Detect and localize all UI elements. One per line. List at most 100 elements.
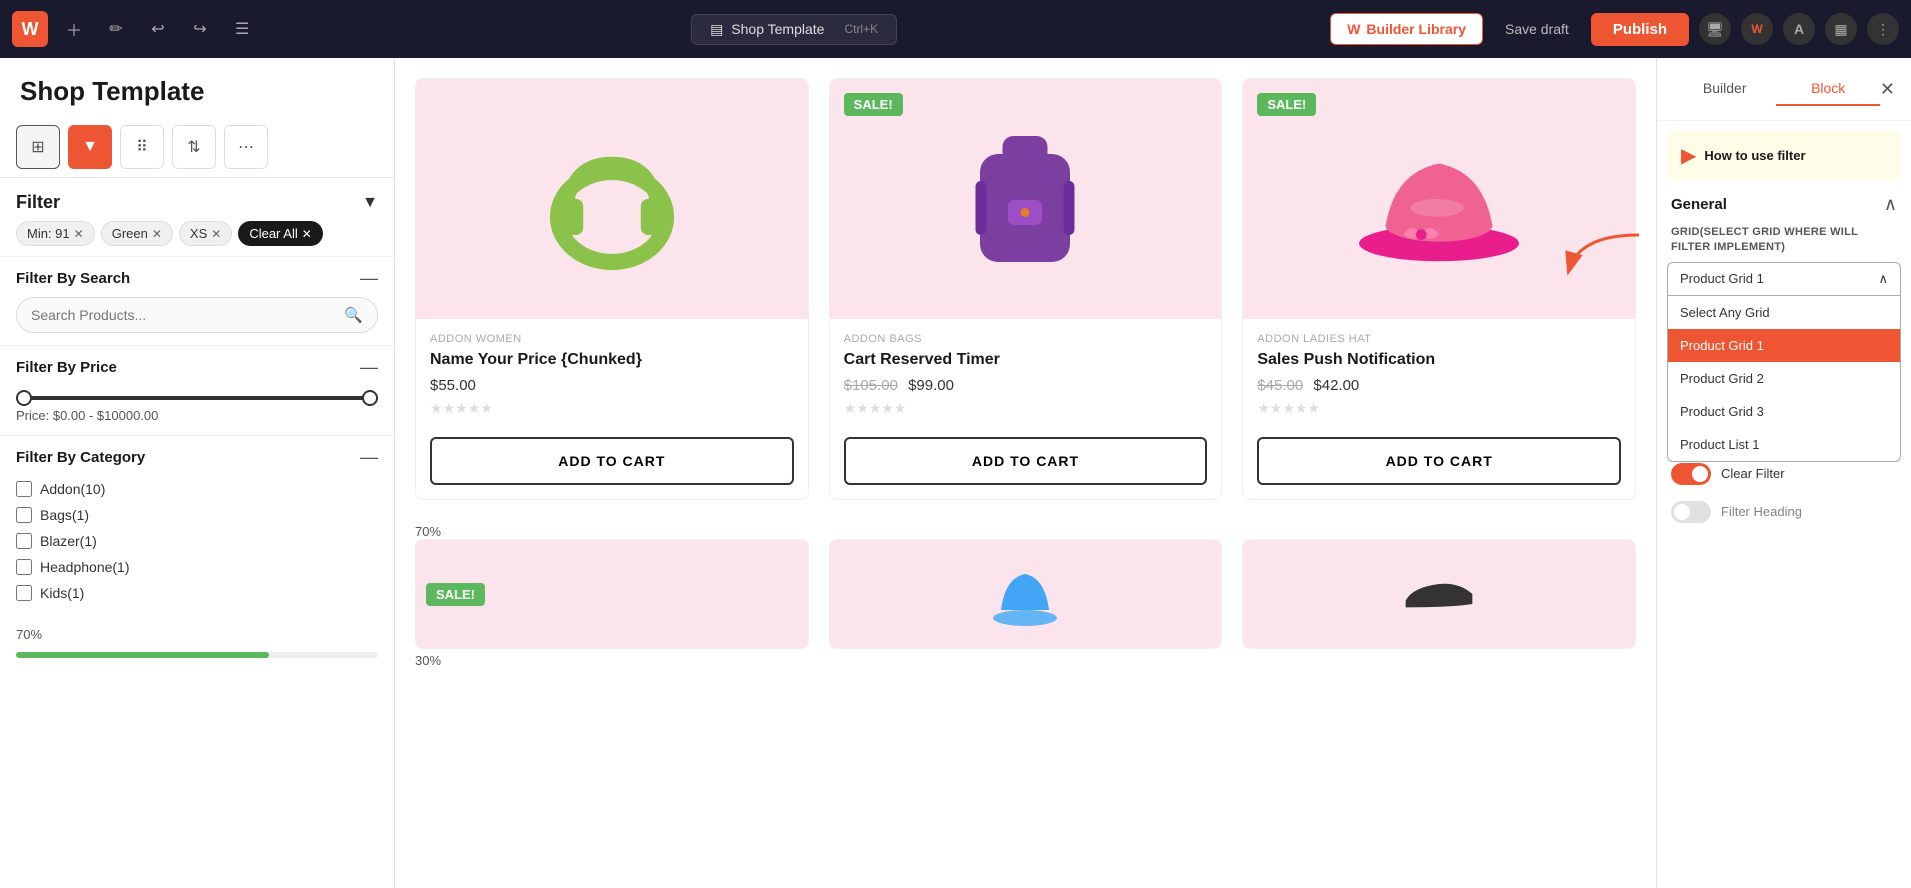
slider-fill [16, 396, 378, 400]
template-button[interactable]: ▤ Shop Template Ctrl+K [691, 14, 897, 45]
chevron-up-icon: ∧ [1878, 271, 1888, 287]
grid-option-pg3[interactable]: Product Grid 3 [1668, 395, 1900, 428]
category-checkbox-addon[interactable] [16, 481, 32, 497]
product-info-3: ADDON LADIES HAT Sales Push Notification… [1243, 319, 1635, 437]
product-image-wrap-3: SALE! [1243, 79, 1635, 319]
filter-search-toggle[interactable]: — [360, 269, 378, 287]
progress-bar-fill [16, 652, 269, 658]
app-logo[interactable]: W [12, 11, 48, 47]
grid-view-button[interactable]: ⊞ [16, 125, 60, 169]
grid-option-select-any[interactable]: Select Any Grid [1668, 296, 1900, 329]
how-to-use-filter[interactable]: ▶ How to use filter [1667, 131, 1901, 180]
product-price-current-3: $42.00 [1313, 377, 1359, 394]
toolbar: ⊞ ▼ ⠿ ⇅ ⋯ [0, 117, 394, 178]
category-item-addon[interactable]: Addon(10) [16, 476, 378, 502]
undo-button[interactable]: ↩ [142, 13, 174, 45]
sort-button[interactable]: ⇅ [172, 125, 216, 169]
filter-price-toggle[interactable]: — [360, 358, 378, 376]
product-image-1 [522, 109, 702, 289]
filter-tag-xs-close[interactable]: ✕ [211, 227, 221, 241]
category-checkbox-kids[interactable] [16, 585, 32, 601]
more-options-button[interactable]: ⋯ [224, 125, 268, 169]
tab-block[interactable]: Block [1776, 72, 1879, 106]
tab-builder[interactable]: Builder [1673, 72, 1776, 106]
grid-option-pg1[interactable]: Product Grid 1 [1668, 329, 1900, 362]
publish-button[interactable]: Publish [1591, 13, 1689, 46]
right-panel-close[interactable]: ✕ [1880, 79, 1895, 100]
category-checkbox-bags[interactable] [16, 507, 32, 523]
sale-badge-2: SALE! [844, 93, 903, 116]
filter-tag-clear-all-close[interactable]: ✕ [302, 227, 312, 241]
product-name-1: Name Your Price {Chunked} [430, 351, 794, 369]
filter-tag-xs[interactable]: XS ✕ [179, 221, 232, 246]
menu-button[interactable]: ☰ [226, 13, 258, 45]
center-panel: ADDON WOMEN Name Your Price {Chunked} $5… [395, 58, 1656, 888]
category-checkbox-headphone[interactable] [16, 559, 32, 575]
save-draft-button[interactable]: Save draft [1493, 14, 1581, 44]
general-collapse-icon[interactable]: ∧ [1884, 194, 1897, 215]
filter-price-header: Filter By Price — [16, 358, 378, 376]
price-slider[interactable] [16, 396, 378, 400]
builder-lib-label: Builder Library [1366, 21, 1466, 37]
left-panel: Shop Template ⊞ ▼ ⠿ ⇅ ⋯ Filter ▼ Min: 91… [0, 58, 395, 888]
more-icon[interactable]: ⋮ [1867, 13, 1899, 45]
category-item-kids[interactable]: Kids(1) [16, 580, 378, 606]
filter-tag-green[interactable]: Green ✕ [101, 221, 173, 246]
product-card-3: SALE! ADDON LADIES HA [1242, 78, 1636, 500]
filter-header: Filter ▼ [0, 178, 394, 221]
add-button[interactable]: ＋ [58, 13, 90, 45]
filter-tag-min91-close[interactable]: ✕ [74, 227, 84, 241]
grid-option-pl1[interactable]: Product List 1 [1668, 428, 1900, 461]
category-checkbox-blazer[interactable] [16, 533, 32, 549]
filter-heading-toggle-row: Filter Heading [1657, 493, 1911, 531]
add-to-cart-button-3[interactable]: ADD TO CART [1257, 437, 1621, 485]
active-filters: Min: 91 ✕ Green ✕ XS ✕ Clear All ✕ [0, 221, 394, 256]
general-section-header: General ∧ [1657, 180, 1911, 225]
product-price-current-2: $99.00 [908, 377, 954, 394]
grid-dropdown-wrap: Product Grid 1 ∧ Select Any Grid Product… [1667, 262, 1901, 296]
category-item-bags[interactable]: Bags(1) [16, 502, 378, 528]
filter-category-toggle[interactable]: — [360, 448, 378, 466]
product-image-2 [945, 109, 1105, 289]
filter-tag-label: Min: 91 [27, 226, 70, 241]
layout-button[interactable]: ⠿ [120, 125, 164, 169]
panel-icon[interactable]: ▦ [1825, 13, 1857, 45]
filter-tag-green-close[interactable]: ✕ [152, 227, 162, 241]
filter-button[interactable]: ▼ [68, 125, 112, 169]
grid-option-pg2[interactable]: Product Grid 2 [1668, 362, 1900, 395]
template-label: Shop Template [731, 21, 824, 37]
category-item-headphone[interactable]: Headphone(1) [16, 554, 378, 580]
filter-tag-clear-all[interactable]: Clear All ✕ [238, 221, 322, 246]
filter-price-title: Filter By Price [16, 359, 117, 376]
add-to-cart-button-2[interactable]: ADD TO CART [844, 437, 1208, 485]
clear-filter-label: Clear Filter [1721, 466, 1785, 481]
builder-lib-icon: W [1347, 21, 1360, 37]
builder-library-button[interactable]: W Builder Library [1330, 13, 1483, 45]
bottom-row-container: 70% SALE! 3 [415, 520, 1636, 668]
product-image-3 [1339, 119, 1539, 279]
filter-search-header: Filter By Search — [16, 269, 378, 287]
woo-icon[interactable]: W [1741, 13, 1773, 45]
progress-30-label: 30% [415, 649, 1636, 668]
accessibility-icon[interactable]: A [1783, 13, 1815, 45]
slider-thumb-max[interactable] [362, 390, 378, 406]
progress-70-label: 70% [415, 520, 1636, 539]
how-to-use-label: How to use filter [1704, 148, 1805, 163]
category-label: Bags(1) [40, 507, 89, 523]
edit-button[interactable]: ✏ [100, 13, 132, 45]
add-to-cart-button-1[interactable]: ADD TO CART [430, 437, 794, 485]
filter-tag-label: Green [112, 226, 148, 241]
monitor-icon[interactable]: 🖥 [1699, 13, 1731, 45]
search-input[interactable] [31, 307, 344, 323]
clear-filter-toggle[interactable] [1671, 463, 1711, 485]
slider-thumb-min[interactable] [16, 390, 32, 406]
grid-dropdown-button[interactable]: Product Grid 1 ∧ [1667, 262, 1901, 296]
redo-button[interactable]: ↪ [184, 13, 216, 45]
progress-bar-wrap [0, 648, 394, 658]
product-name-3: Sales Push Notification [1257, 351, 1621, 369]
topbar: W ＋ ✏ ↩ ↪ ☰ ▤ Shop Template Ctrl+K W Bui… [0, 0, 1911, 58]
category-item-blazer[interactable]: Blazer(1) [16, 528, 378, 554]
product-stars-1: ★★★★★ [430, 400, 794, 417]
filter-tag-min91[interactable]: Min: 91 ✕ [16, 221, 95, 246]
filter-heading-toggle[interactable] [1671, 501, 1711, 523]
